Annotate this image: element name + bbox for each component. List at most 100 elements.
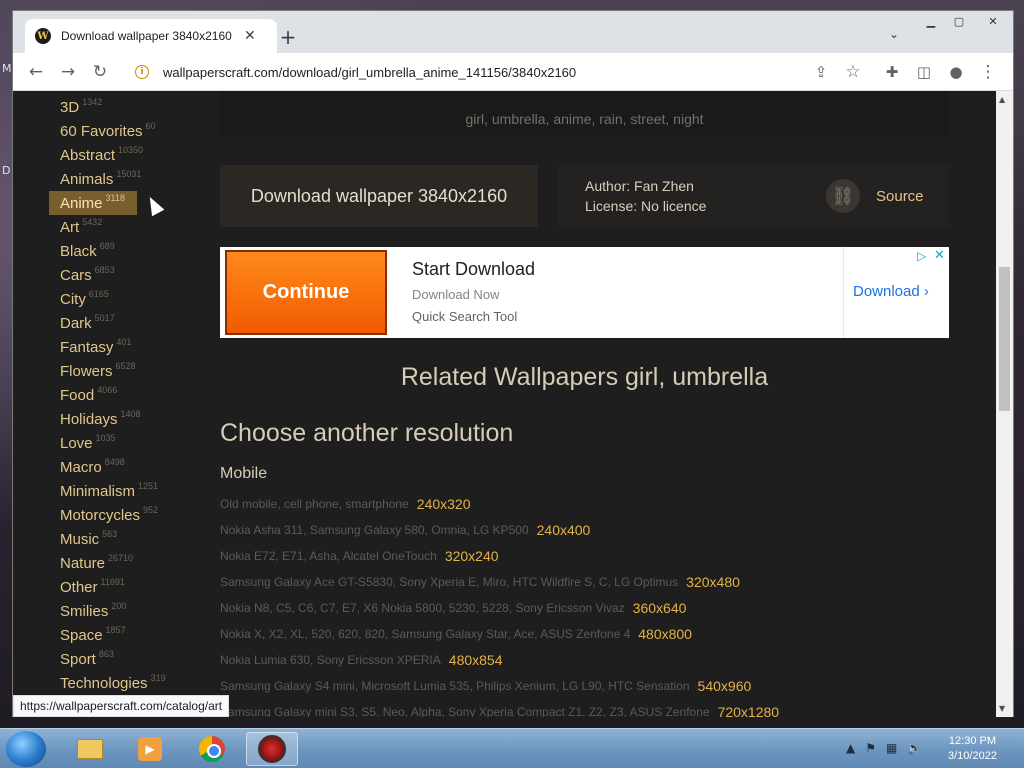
category-name[interactable]: Other xyxy=(60,579,98,596)
profile-avatar-icon[interactable]: ● xyxy=(945,61,967,83)
reload-icon[interactable]: ↻ xyxy=(89,61,111,83)
bookmark-star-icon[interactable]: ☆ xyxy=(842,61,864,83)
category-name[interactable]: Music xyxy=(60,531,99,548)
source-link[interactable]: ⛓ Source xyxy=(826,179,924,213)
sidebar-category-holidays[interactable]: Holidays 1408 xyxy=(49,407,219,431)
resolution-link[interactable]: 480x854 xyxy=(449,652,503,668)
action-center-flag-icon[interactable]: ⚑ xyxy=(865,741,876,755)
category-name[interactable]: Smilies xyxy=(60,603,108,620)
sidebar-category-sport[interactable]: Sport 863 xyxy=(49,647,219,671)
sidebar-category-space[interactable]: Space 1857 xyxy=(49,623,219,647)
ad-continue-button[interactable]: Continue xyxy=(225,250,387,335)
resolution-link[interactable]: 720x1280 xyxy=(718,704,780,717)
category-name[interactable]: Nature xyxy=(60,555,105,572)
category-name[interactable]: Cars xyxy=(60,267,92,284)
sidebar-category-60-favorites[interactable]: 60 Favorites 60 xyxy=(49,119,219,143)
tags-text[interactable]: girl, umbrella, anime, rain, street, nig… xyxy=(465,111,703,127)
taskbar-media-player[interactable]: ▶ xyxy=(124,732,176,766)
ad-choices-icon[interactable]: ▷ xyxy=(917,249,926,263)
sidebar-category-flowers[interactable]: Flowers 6528 xyxy=(49,359,219,383)
forward-arrow-icon[interactable]: → xyxy=(57,61,79,83)
start-button[interactable] xyxy=(6,731,46,767)
taskbar-explorer[interactable] xyxy=(64,732,116,766)
category-name[interactable]: Flowers xyxy=(60,363,113,380)
scroll-thumb[interactable] xyxy=(999,267,1010,411)
category-name[interactable]: 3D xyxy=(60,99,79,116)
category-name[interactable]: Macro xyxy=(60,459,102,476)
category-name[interactable]: Holidays xyxy=(60,411,118,428)
show-hidden-icons-icon[interactable]: ▲ xyxy=(846,741,855,755)
resolution-link[interactable]: 240x400 xyxy=(537,522,591,538)
volume-icon[interactable]: 🔈 xyxy=(907,741,922,755)
sidebar-category-other[interactable]: Other 11691 xyxy=(49,575,219,599)
category-name[interactable]: Animals xyxy=(60,171,113,188)
close-window-button[interactable]: ✕ xyxy=(973,11,1013,31)
sidebar-category-cars[interactable]: Cars 6853 xyxy=(49,263,219,287)
page-scrollbar[interactable]: ▲ ▼ xyxy=(996,91,1013,717)
maximize-button[interactable]: ▢ xyxy=(945,11,973,31)
tab-search-chevron-icon[interactable]: ⌄ xyxy=(889,27,899,41)
network-icon[interactable]: ▦ xyxy=(886,741,897,755)
ad-download-label[interactable]: Download xyxy=(853,283,920,300)
category-name[interactable]: Motorcycles xyxy=(60,507,140,524)
sidebar-category-abstract[interactable]: Abstract 10350 xyxy=(49,143,219,167)
sidebar-category-animals[interactable]: Animals 15031 xyxy=(49,167,219,191)
side-panel-icon[interactable]: ◫ xyxy=(913,61,935,83)
category-name[interactable]: Sport xyxy=(60,651,96,668)
category-name[interactable]: Love xyxy=(60,435,93,452)
system-clock[interactable]: 12:30 PM 3/10/2022 xyxy=(948,734,997,764)
close-tab-icon[interactable]: ✕ xyxy=(244,28,256,44)
sidebar-category-dark[interactable]: Dark 5017 xyxy=(49,311,219,335)
sidebar-category-smilies[interactable]: Smilies 200 xyxy=(49,599,219,623)
sidebar-category-art[interactable]: Art 5432 xyxy=(49,215,219,239)
sidebar-category-anime[interactable]: Anime 3118 xyxy=(49,191,137,215)
category-name[interactable]: Minimalism xyxy=(60,483,135,500)
sidebar-category-nature[interactable]: Nature 26710 xyxy=(49,551,219,575)
sidebar-category-macro[interactable]: Macro 8498 xyxy=(49,455,219,479)
category-name[interactable]: Food xyxy=(60,387,94,404)
source-label[interactable]: Source xyxy=(876,188,924,205)
scroll-up-arrow-icon[interactable]: ▲ xyxy=(999,95,1005,104)
category-name[interactable]: Space xyxy=(60,627,103,644)
url-text[interactable]: wallpaperscraft.com/download/girl_umbrel… xyxy=(163,65,576,80)
site-info-icon[interactable]: i xyxy=(135,65,149,79)
scroll-down-arrow-icon[interactable]: ▼ xyxy=(999,704,1005,713)
category-name[interactable]: Technologies xyxy=(60,675,148,692)
ad-close-icon[interactable]: ✕ xyxy=(934,247,945,263)
category-name[interactable]: City xyxy=(60,291,86,308)
category-name[interactable]: Dark xyxy=(60,315,92,332)
sidebar-category-technologies[interactable]: Technologies 319 xyxy=(49,671,219,695)
address-bar[interactable]: i wallpaperscraft.com/download/girl_umbr… xyxy=(127,57,907,87)
resolution-link[interactable]: 320x240 xyxy=(445,548,499,564)
category-name[interactable]: Fantasy xyxy=(60,339,113,356)
ad-title[interactable]: Start Download xyxy=(412,259,535,280)
resolution-link[interactable]: 480x800 xyxy=(638,626,692,642)
category-name[interactable]: Anime xyxy=(60,195,103,212)
resolution-link[interactable]: 360x640 xyxy=(633,600,687,616)
back-arrow-icon[interactable]: ← xyxy=(25,61,47,83)
minimize-button[interactable]: ▁ xyxy=(917,11,945,31)
sidebar-category-love[interactable]: Love 1035 xyxy=(49,431,219,455)
taskbar-chrome[interactable] xyxy=(186,732,238,766)
resolution-link[interactable]: 540x960 xyxy=(698,678,752,694)
category-name[interactable]: Art xyxy=(60,219,79,236)
taskbar-active-app[interactable] xyxy=(246,732,298,766)
resolution-link[interactable]: 320x480 xyxy=(686,574,740,590)
ad-download-link[interactable]: Download › xyxy=(853,283,929,300)
sidebar-category-black[interactable]: Black 689 xyxy=(49,239,219,263)
sidebar-category-fantasy[interactable]: Fantasy 401 xyxy=(49,335,219,359)
extensions-puzzle-icon[interactable]: ✚ xyxy=(881,61,903,83)
link-chain-icon[interactable]: ⛓ xyxy=(826,179,860,213)
menu-kebab-icon[interactable]: ⋮ xyxy=(977,61,999,83)
new-tab-button[interactable]: + xyxy=(277,25,299,49)
sidebar-category-3d[interactable]: 3D 1342 xyxy=(49,95,219,119)
download-wallpaper-button[interactable]: Download wallpaper 3840x2160 xyxy=(220,165,538,227)
sidebar-category-motorcycles[interactable]: Motorcycles 952 xyxy=(49,503,219,527)
sidebar-category-music[interactable]: Music 563 xyxy=(49,527,219,551)
category-name[interactable]: Black xyxy=(60,243,97,260)
sidebar-category-city[interactable]: City 6165 xyxy=(49,287,219,311)
browser-tab[interactable]: W Download wallpaper 3840x2160 ✕ xyxy=(25,19,277,53)
advertisement-banner[interactable]: Continue Start Download Download Now Qui… xyxy=(220,247,949,338)
sidebar-category-minimalism[interactable]: Minimalism 1251 xyxy=(49,479,219,503)
resolution-link[interactable]: 240x320 xyxy=(417,496,471,512)
